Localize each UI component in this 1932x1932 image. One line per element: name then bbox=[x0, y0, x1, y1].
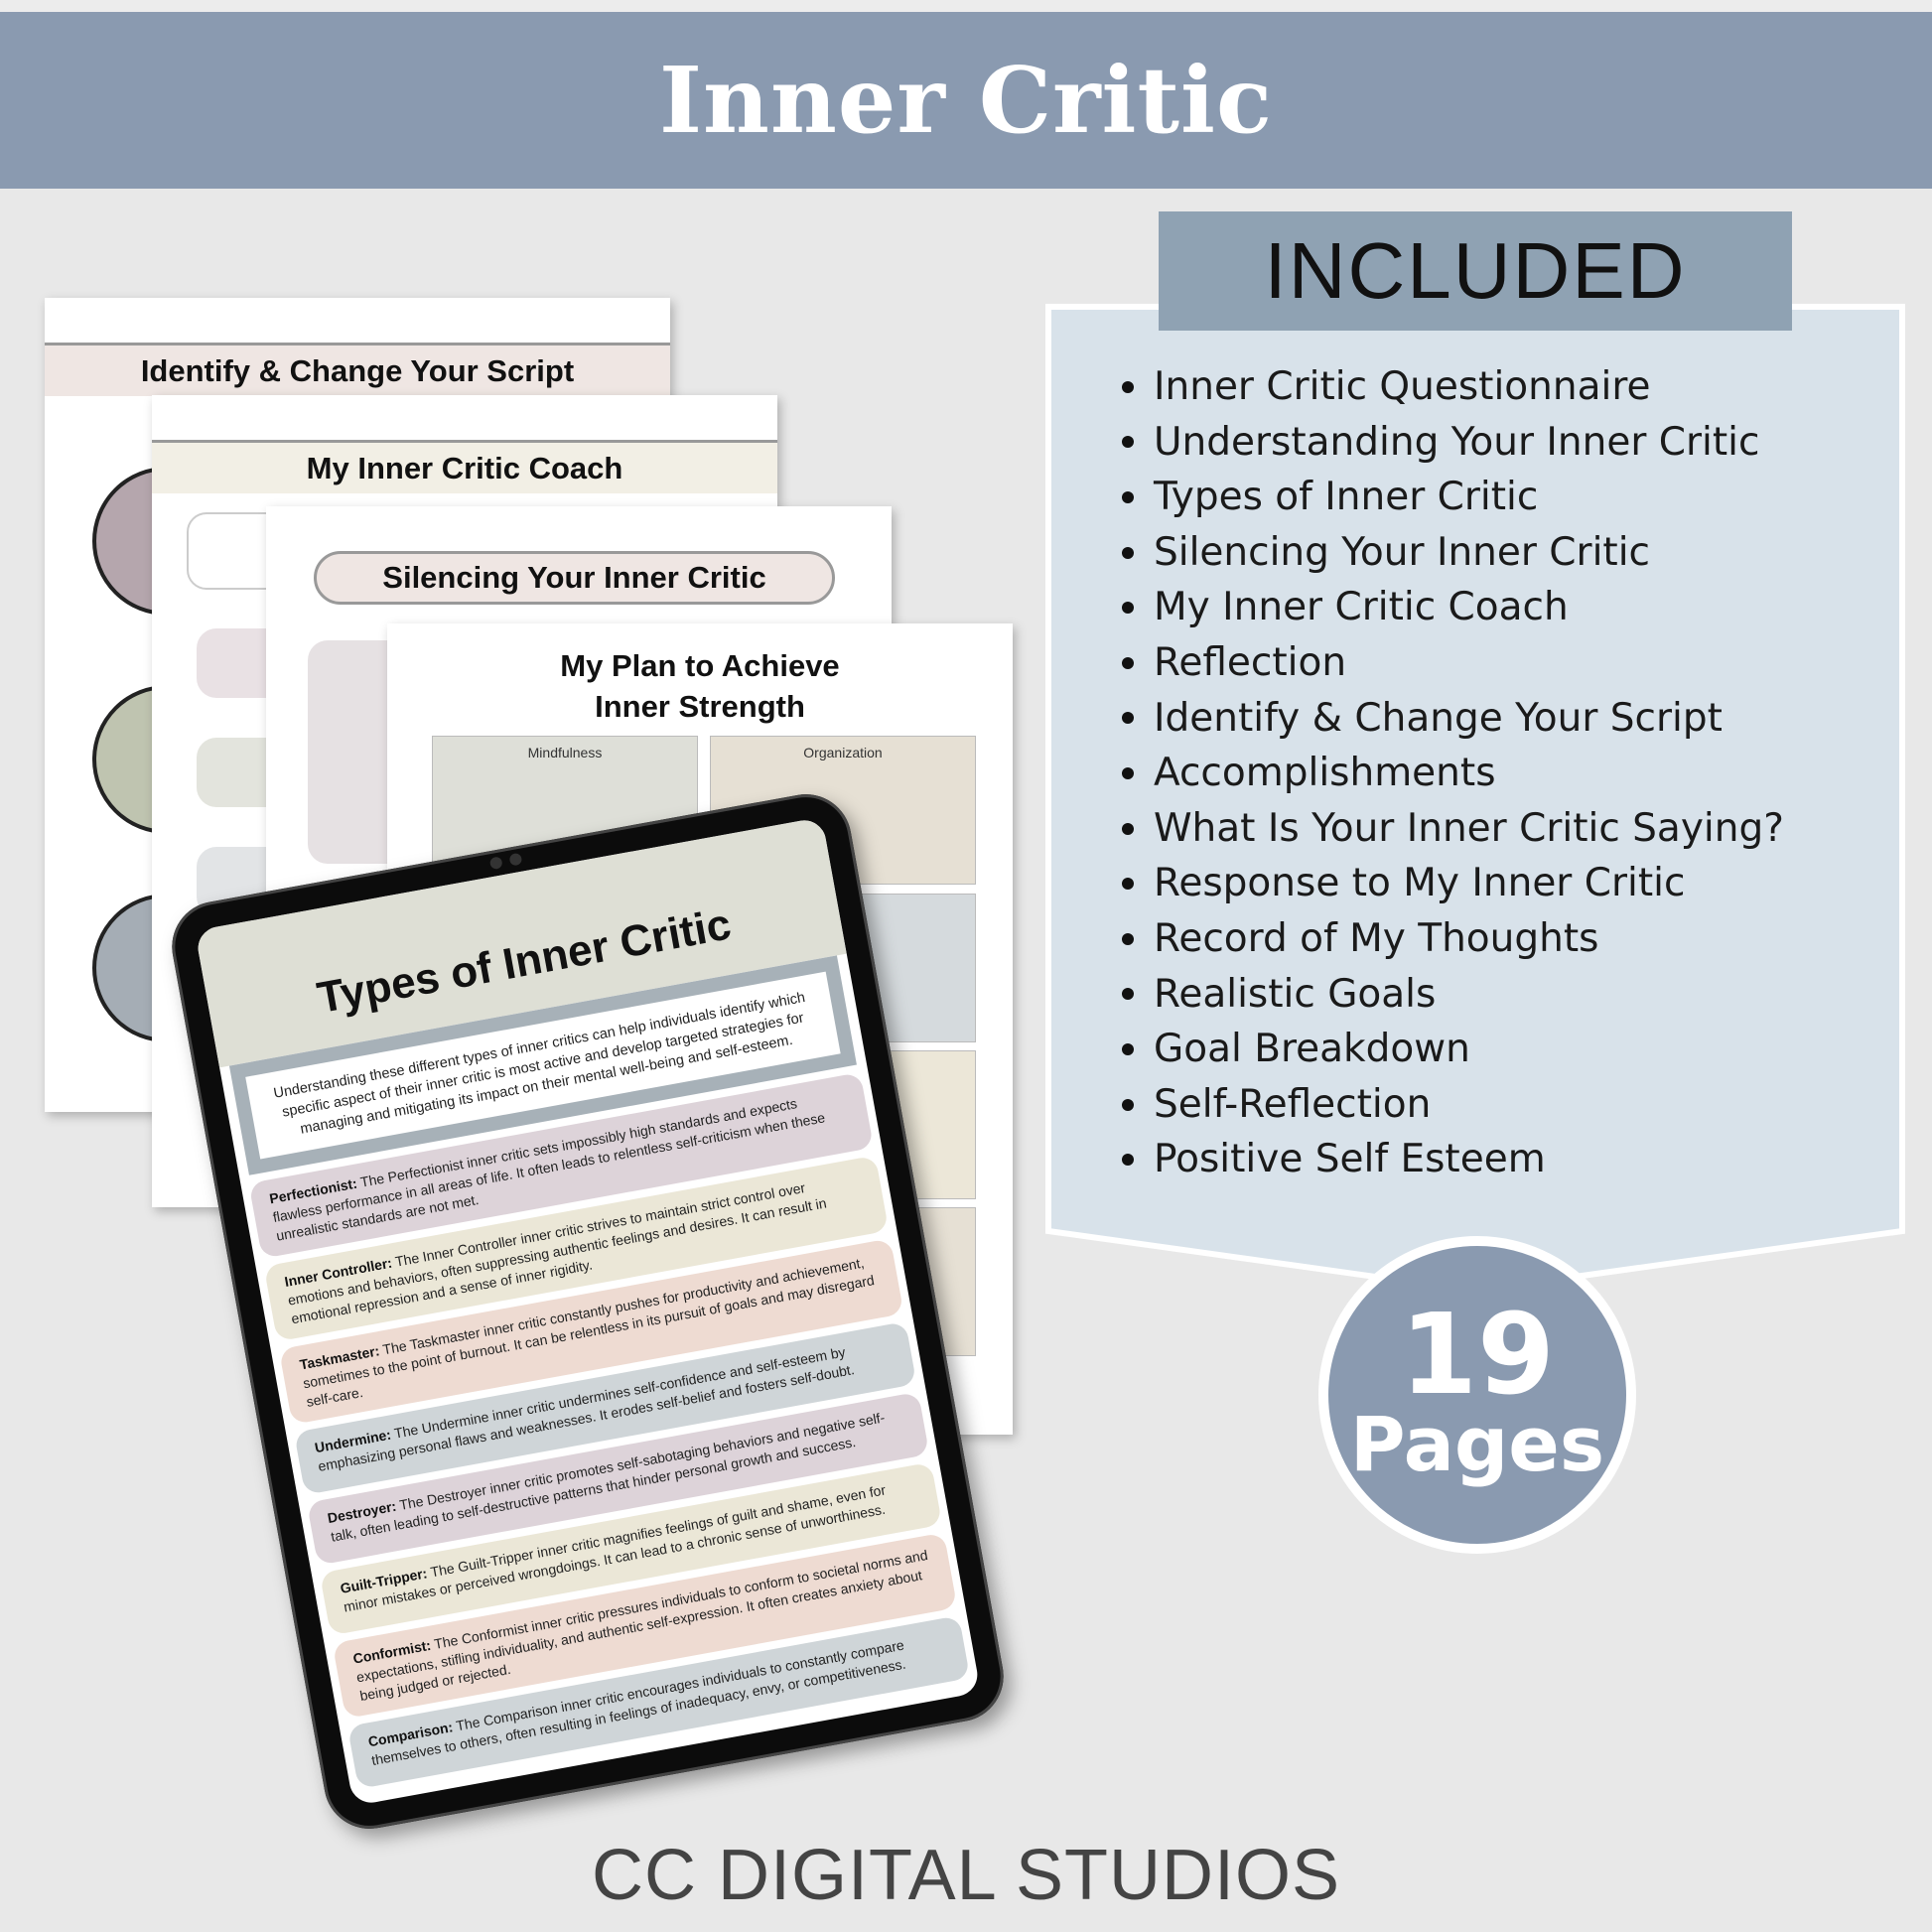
included-item-label: What Is Your Inner Critic Saying? bbox=[1154, 805, 1784, 851]
bullet-icon bbox=[1122, 1154, 1134, 1167]
included-item: Positive Self Esteem bbox=[1122, 1132, 1784, 1187]
included-item: My Inner Critic Coach bbox=[1122, 580, 1784, 635]
included-item: Realistic Goals bbox=[1122, 967, 1784, 1023]
included-item-label: Self-Reflection bbox=[1154, 1081, 1432, 1127]
included-item-label: Reflection bbox=[1154, 639, 1347, 685]
bullet-icon bbox=[1122, 546, 1134, 559]
bullet-icon bbox=[1122, 490, 1134, 503]
plan-title-line: My Plan to Achieve bbox=[560, 648, 840, 683]
bullet-icon bbox=[1122, 932, 1134, 945]
brand-footer: CC DIGITAL STUDIOS bbox=[591, 1836, 1341, 1915]
header-banner: Inner Critic bbox=[0, 12, 1932, 189]
bullet-icon bbox=[1122, 822, 1134, 835]
included-item: Goal Breakdown bbox=[1122, 1022, 1784, 1077]
bullet-icon bbox=[1122, 766, 1134, 779]
included-item-label: Understanding Your Inner Critic bbox=[1154, 419, 1760, 465]
top-strip bbox=[0, 0, 1932, 12]
included-item: Record of My Thoughts bbox=[1122, 911, 1784, 967]
included-item-label: Goal Breakdown bbox=[1154, 1027, 1470, 1072]
bullet-icon bbox=[1122, 656, 1134, 669]
critic-type-list: Perfectionist: The Perfectionist inner c… bbox=[241, 1071, 979, 1791]
included-item: Inner Critic Questionnaire bbox=[1122, 359, 1784, 415]
included-item-label: Response to My Inner Critic bbox=[1154, 861, 1686, 906]
included-item-label: Positive Self Esteem bbox=[1154, 1137, 1546, 1182]
bullet-icon bbox=[1122, 436, 1134, 449]
bullet-icon bbox=[1122, 712, 1134, 725]
page-title-script: Identify & Change Your Script bbox=[45, 343, 670, 396]
page-title-plan: My Plan to Achieve Inner Strength bbox=[387, 645, 1013, 727]
included-item-label: Inner Critic Questionnaire bbox=[1154, 364, 1651, 409]
included-item: Reflection bbox=[1122, 635, 1784, 691]
included-item-label: Record of My Thoughts bbox=[1154, 915, 1599, 961]
page-count-unit: Pages bbox=[1349, 1400, 1605, 1488]
page-title-coach: My Inner Critic Coach bbox=[152, 440, 777, 493]
tablet-screen: Types of Inner Critic Understanding thes… bbox=[195, 816, 981, 1807]
included-label: INCLUDED bbox=[1159, 211, 1792, 331]
included-item: Understanding Your Inner Critic bbox=[1122, 415, 1784, 471]
bullet-icon bbox=[1122, 878, 1134, 891]
page-title-silencing: Silencing Your Inner Critic bbox=[314, 551, 835, 605]
page-count-badge: 19 Pages bbox=[1318, 1236, 1636, 1554]
bullet-icon bbox=[1122, 380, 1134, 393]
page-count: 19 bbox=[1400, 1291, 1555, 1420]
camera-icon bbox=[488, 852, 523, 871]
bullet-icon bbox=[1122, 602, 1134, 615]
included-item-label: Realistic Goals bbox=[1154, 971, 1437, 1017]
plan-title-line: Inner Strength bbox=[595, 689, 805, 724]
included-item: Response to My Inner Critic bbox=[1122, 856, 1784, 911]
included-list: Inner Critic Questionnaire Understanding … bbox=[1122, 359, 1784, 1187]
included-item-label: Identify & Change Your Script bbox=[1154, 695, 1723, 741]
included-item-label: Silencing Your Inner Critic bbox=[1154, 529, 1650, 575]
bullet-icon bbox=[1122, 1098, 1134, 1111]
included-item: Silencing Your Inner Critic bbox=[1122, 525, 1784, 581]
included-item-label: Accomplishments bbox=[1154, 751, 1496, 796]
included-item: Identify & Change Your Script bbox=[1122, 691, 1784, 747]
included-item: Types of Inner Critic bbox=[1122, 470, 1784, 525]
included-item-label: My Inner Critic Coach bbox=[1154, 585, 1569, 630]
page-title: Inner Critic bbox=[659, 47, 1273, 154]
bullet-icon bbox=[1122, 988, 1134, 1001]
included-item: Accomplishments bbox=[1122, 746, 1784, 801]
included-item: Self-Reflection bbox=[1122, 1077, 1784, 1133]
bullet-icon bbox=[1122, 1042, 1134, 1055]
included-item-label: Types of Inner Critic bbox=[1154, 475, 1539, 520]
included-item: What Is Your Inner Critic Saying? bbox=[1122, 801, 1784, 857]
